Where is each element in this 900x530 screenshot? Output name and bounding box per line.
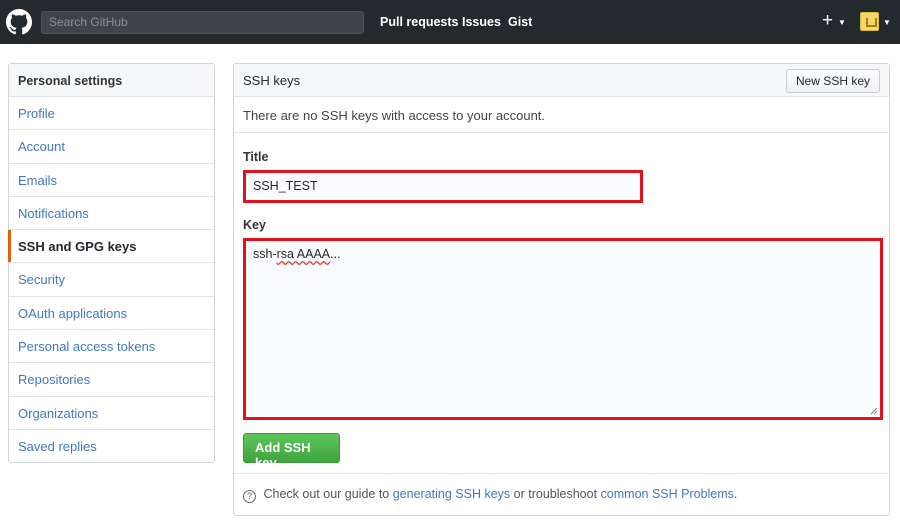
sidebar-item-security[interactable]: Security xyxy=(9,263,214,297)
nav-issues[interactable]: Issues xyxy=(462,15,501,29)
add-ssh-key-button[interactable]: Add SSH key xyxy=(243,433,340,470)
sidebar-item-account[interactable]: Account xyxy=(9,130,214,164)
title-field[interactable]: SSH_TEST xyxy=(243,170,643,203)
ssh-keys-panel: SSH keys New SSH key There are no SSH ke… xyxy=(233,63,890,516)
sidebar-item-organizations[interactable]: Organizations xyxy=(9,397,214,430)
plus-icon[interactable]: + xyxy=(822,10,833,32)
sidebar-item-personal-access-tokens[interactable]: Personal access tokens xyxy=(9,330,214,364)
top-navigation-bar: Search GitHub Pull requests Issues Gist … xyxy=(0,0,900,44)
key-textarea[interactable]: ssh-rsa AAAA... xyxy=(243,238,883,420)
sidebar-item-ssh-gpg-keys[interactable]: SSH and GPG keys xyxy=(8,230,214,264)
sidebar-item-oauth-applications[interactable]: OAuth applications xyxy=(9,297,214,331)
question-icon: ? xyxy=(243,490,256,503)
title-label: Title xyxy=(243,150,269,164)
sidebar-item-saved-replies[interactable]: Saved replies xyxy=(9,430,214,463)
sidebar-item-notifications[interactable]: Notifications xyxy=(9,197,214,231)
search-input[interactable]: Search GitHub xyxy=(41,11,364,34)
nav-gist[interactable]: Gist xyxy=(508,15,532,29)
sidebar-item-profile[interactable]: Profile xyxy=(9,97,214,131)
key-text-prefix: ssh- xyxy=(253,247,277,261)
footer-text-before: Check out our guide to xyxy=(263,487,390,501)
sidebar-title: Personal settings xyxy=(9,64,214,97)
new-ssh-key-button[interactable]: New SSH key xyxy=(785,69,880,93)
key-text-misspelled: rsa AAAA xyxy=(276,247,331,261)
panel-header: SSH keys New SSH key xyxy=(234,64,889,97)
common-ssh-problems-link[interactable]: common SSH Problems xyxy=(601,487,734,501)
footer-text-middle: or troubleshoot xyxy=(513,487,598,501)
key-text-suffix: ... xyxy=(330,247,341,261)
help-footer: ? Check out our guide to generating SSH … xyxy=(234,473,889,515)
chevron-down-icon[interactable]: ▼ xyxy=(838,18,846,27)
footer-text-after: . xyxy=(733,487,738,501)
github-octocat-icon[interactable] xyxy=(6,9,32,35)
chevron-down-icon[interactable]: ▼ xyxy=(883,18,891,27)
empty-state-message: There are no SSH keys with access to you… xyxy=(234,97,889,133)
sidebar-item-emails[interactable]: Emails xyxy=(9,164,214,197)
settings-sidebar: Personal settings Profile Account Emails… xyxy=(8,63,215,463)
panel-title: SSH keys xyxy=(243,73,301,88)
key-label: Key xyxy=(243,218,266,232)
generating-ssh-keys-link[interactable]: generating SSH keys xyxy=(393,487,510,501)
resize-handle-icon[interactable] xyxy=(870,407,878,415)
nav-pull-requests[interactable]: Pull requests xyxy=(380,15,459,29)
sidebar-item-repositories[interactable]: Repositories xyxy=(9,363,214,397)
user-avatar[interactable] xyxy=(860,12,879,31)
